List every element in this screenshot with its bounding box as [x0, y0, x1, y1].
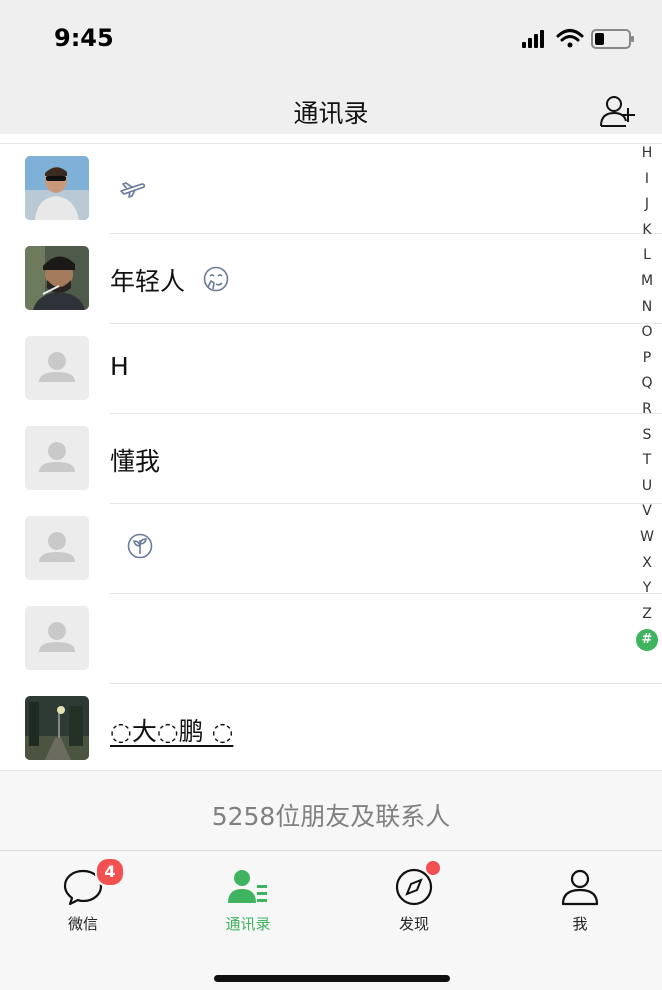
contact-count-area: 5258位朋友及联系人	[0, 770, 662, 851]
index-letter[interactable]: Y	[634, 576, 660, 602]
index-letter[interactable]: H	[634, 141, 660, 167]
unread-badge: 4	[95, 857, 125, 887]
index-letter[interactable]: O	[634, 320, 660, 346]
index-letter[interactable]: S	[634, 423, 660, 449]
contact-row[interactable]	[0, 504, 662, 594]
signal-icon	[522, 30, 544, 48]
contacts-screen: 9:45 通讯录 年轻人 H 懂我 ◌大◌鹏 ◌ H I J K L M N O…	[0, 0, 662, 990]
index-letter[interactable]: W	[634, 525, 660, 551]
index-letter[interactable]: M	[634, 269, 660, 295]
tab-bar: 4 微信 通讯录 发现 我	[0, 850, 662, 990]
index-letter[interactable]: V	[634, 499, 660, 525]
contact-count: 5258位朋友及联系人	[211, 802, 451, 831]
index-hash-selected[interactable]: #	[636, 629, 658, 652]
tab-me[interactable]: 我	[520, 851, 640, 941]
index-letter[interactable]: R	[634, 397, 660, 423]
contacts-icon	[228, 870, 267, 903]
index-letter[interactable]: P	[634, 346, 660, 372]
status-time: 9:45	[54, 24, 114, 52]
index-letter[interactable]: J	[634, 192, 660, 218]
alphabet-index[interactable]: H I J K L M N O P Q R S T U V W X Y Z #	[634, 141, 660, 652]
contact-row[interactable]	[0, 144, 662, 234]
contact-row[interactable]	[0, 594, 662, 684]
index-letter[interactable]: N	[634, 295, 660, 321]
default-avatar-icon	[25, 516, 89, 580]
tab-contacts[interactable]: 通讯录	[188, 851, 308, 941]
tab-label: 微信	[67, 915, 98, 933]
index-letter[interactable]: T	[634, 448, 660, 474]
tab-label: 发现	[398, 915, 429, 933]
home-indicator[interactable]	[214, 975, 450, 982]
avatar	[25, 246, 89, 310]
battery-icon	[591, 29, 634, 49]
tab-label: 通讯录	[225, 915, 271, 933]
default-avatar-icon	[25, 426, 89, 490]
index-letter[interactable]: L	[634, 243, 660, 269]
tab-chats[interactable]: 4 微信	[23, 851, 143, 941]
contact-row[interactable]: ◌大◌鹏 ◌	[0, 684, 662, 774]
face-emoji-icon	[203, 266, 229, 292]
top-bar: 9:45 通讯录	[0, 0, 662, 134]
sprout-icon	[127, 533, 153, 559]
contact-name: 懂我	[110, 447, 161, 476]
tab-discover[interactable]: 发现	[354, 851, 474, 941]
index-letter[interactable]: I	[634, 167, 660, 193]
airplane-icon	[120, 182, 146, 198]
status-icons	[522, 29, 634, 49]
contact-name: 年轻人	[110, 267, 186, 296]
contact-row[interactable]: 年轻人	[0, 234, 662, 324]
avatar	[25, 156, 89, 220]
wifi-icon	[556, 29, 584, 48]
default-avatar-icon	[25, 606, 89, 670]
contact-row[interactable]: 懂我	[0, 414, 662, 504]
index-letter[interactable]: Z	[634, 602, 660, 628]
add-contact-icon[interactable]	[598, 94, 638, 128]
index-letter[interactable]: X	[634, 551, 660, 577]
contact-name: ◌大◌鹏 ◌	[110, 717, 234, 746]
tab-label: 我	[572, 915, 588, 933]
contact-row[interactable]: H	[0, 324, 662, 414]
avatar	[25, 696, 89, 760]
contact-list: 年轻人 H 懂我 ◌大◌鹏 ◌	[0, 134, 662, 770]
index-letter[interactable]: U	[634, 474, 660, 500]
page-title: 通讯录	[293, 99, 369, 128]
person-icon	[561, 869, 599, 906]
index-letter[interactable]: K	[634, 218, 660, 244]
index-letter[interactable]: Q	[634, 371, 660, 397]
contact-name: H	[110, 352, 129, 381]
default-avatar-icon	[25, 336, 89, 400]
notification-dot	[426, 861, 440, 875]
